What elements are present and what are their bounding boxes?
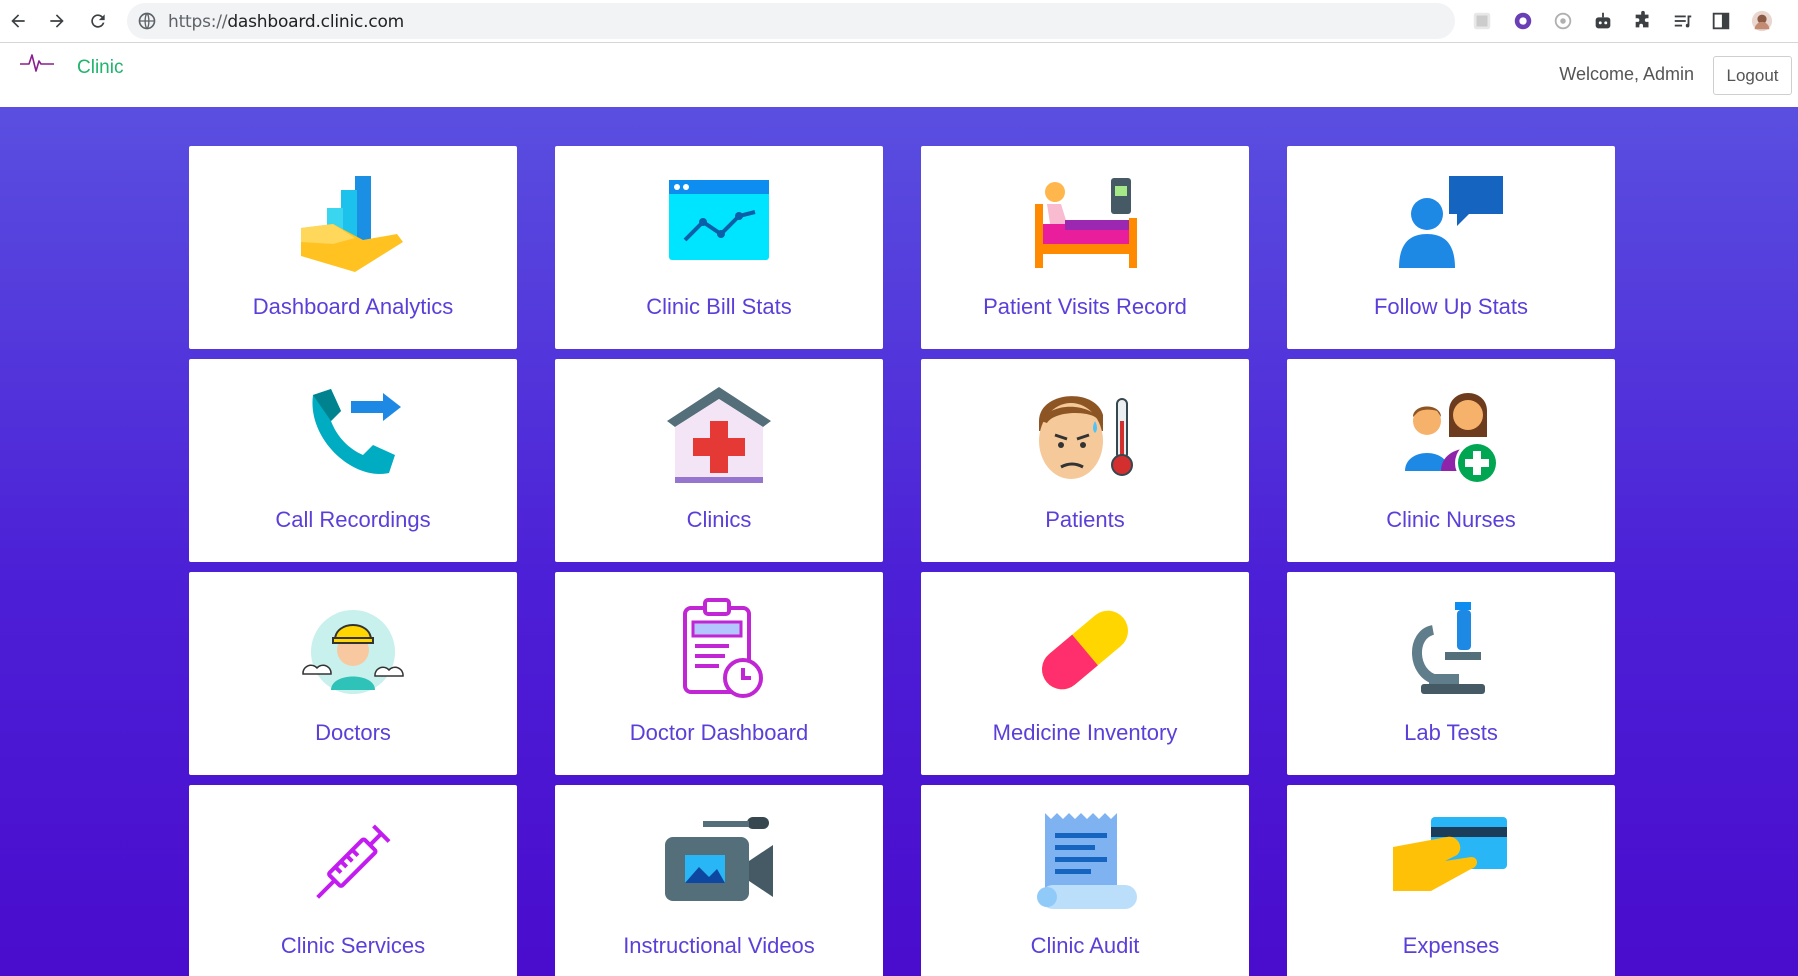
reload-icon	[91, 14, 105, 28]
logout-button[interactable]: Logout	[1713, 56, 1792, 95]
tile-label: Patient Visits Record	[983, 294, 1187, 319]
sick-patient-icon	[1025, 381, 1145, 491]
forward-button[interactable]	[43, 7, 71, 35]
extension-grid-icon[interactable]	[1469, 8, 1495, 34]
brand-name[interactable]: Clinic	[77, 57, 123, 79]
tile-medicine-inventory[interactable]: Medicine Inventory	[921, 572, 1249, 775]
heartbeat-icon	[20, 54, 54, 72]
tile-instructional-videos[interactable]: Instructional Videos	[555, 785, 883, 976]
tile-label: Clinic Services	[280, 933, 426, 958]
tile-dashboard-analytics[interactable]: Dashboard Analytics	[189, 146, 517, 349]
forward-arrow-icon	[50, 14, 64, 28]
tile-label: Clinic Nurses	[1386, 507, 1516, 532]
tile-label: Clinic Audit	[1030, 933, 1140, 958]
microscope-icon	[1391, 594, 1511, 704]
hand-card-icon	[1391, 807, 1511, 917]
tile-grid: Dashboard Analytics Clinic Bill Stats Pa…	[189, 146, 1615, 976]
tile-doctor-dashboard[interactable]: Doctor Dashboard	[555, 572, 883, 775]
tile-clinic-nurses[interactable]: Clinic Nurses	[1287, 359, 1615, 562]
user-chat-icon	[1391, 168, 1511, 278]
reload-button[interactable]	[84, 7, 112, 35]
tile-clinic-services[interactable]: Clinic Services	[189, 785, 517, 976]
tile-label: Medicine Inventory	[992, 720, 1178, 745]
tile-label: Doctor Dashboard	[629, 720, 809, 745]
tile-label: Clinics	[686, 507, 752, 532]
tile-label: Doctors	[315, 720, 391, 745]
tile-patient-visits-record[interactable]: Patient Visits Record	[921, 146, 1249, 349]
address-bar[interactable]: https://dashboard.clinic.com	[127, 3, 1455, 39]
video-camera-icon	[659, 807, 779, 917]
pill-capsule-icon	[1025, 594, 1145, 704]
tile-label: Instructional Videos	[623, 933, 815, 958]
analytics-hand-icon	[293, 168, 413, 278]
app-header: Clinic Welcome, Admin Logout	[0, 43, 1798, 107]
dashboard-area: Dashboard Analytics Clinic Bill Stats Pa…	[0, 107, 1798, 976]
tile-label: Follow Up Stats	[1373, 294, 1529, 319]
line-chart-window-icon	[659, 168, 779, 278]
doctor-cap-icon	[293, 594, 413, 704]
tile-label: Clinic Bill Stats	[646, 294, 792, 319]
phone-forward-icon	[293, 381, 413, 491]
tile-patients[interactable]: Patients	[921, 359, 1249, 562]
profile-avatar[interactable]	[1749, 8, 1775, 34]
syringe-icon	[293, 807, 413, 917]
site-info-icon[interactable]	[137, 11, 157, 31]
tile-label: Call Recordings	[275, 507, 431, 532]
nurses-plus-icon	[1391, 381, 1511, 491]
tile-label: Patients	[1045, 507, 1125, 532]
tile-doctors[interactable]: Doctors	[189, 572, 517, 775]
extensions-puzzle-icon[interactable]	[1630, 8, 1656, 34]
hospital-cross-icon	[659, 381, 779, 491]
browser-toolbar: https://dashboard.clinic.com	[0, 0, 1798, 43]
media-playlist-icon[interactable]	[1670, 8, 1696, 34]
tile-clinics[interactable]: Clinics	[555, 359, 883, 562]
extension-purple-icon[interactable]	[1510, 8, 1536, 34]
tile-label: Lab Tests	[1404, 720, 1498, 745]
receipt-scroll-icon	[1025, 807, 1145, 917]
tile-follow-up-stats[interactable]: Follow Up Stats	[1287, 146, 1615, 349]
clipboard-clock-icon	[659, 594, 779, 704]
extension-robot-icon[interactable]	[1590, 8, 1616, 34]
tile-label: Dashboard Analytics	[252, 294, 454, 319]
back-button[interactable]	[4, 7, 32, 35]
tile-lab-tests[interactable]: Lab Tests	[1287, 572, 1615, 775]
extension-gear-icon[interactable]	[1550, 8, 1576, 34]
tile-label: Expenses	[1402, 933, 1500, 958]
tile-clinic-bill-stats[interactable]: Clinic Bill Stats	[555, 146, 883, 349]
tile-call-recordings[interactable]: Call Recordings	[189, 359, 517, 562]
patient-bed-icon	[1025, 168, 1145, 278]
tile-expenses[interactable]: Expenses	[1287, 785, 1615, 976]
tile-clinic-audit[interactable]: Clinic Audit	[921, 785, 1249, 976]
url-text: https://dashboard.clinic.com	[168, 12, 405, 32]
back-arrow-icon	[11, 14, 25, 28]
welcome-text: Welcome, Admin	[1559, 64, 1694, 84]
side-panel-icon[interactable]	[1708, 8, 1734, 34]
